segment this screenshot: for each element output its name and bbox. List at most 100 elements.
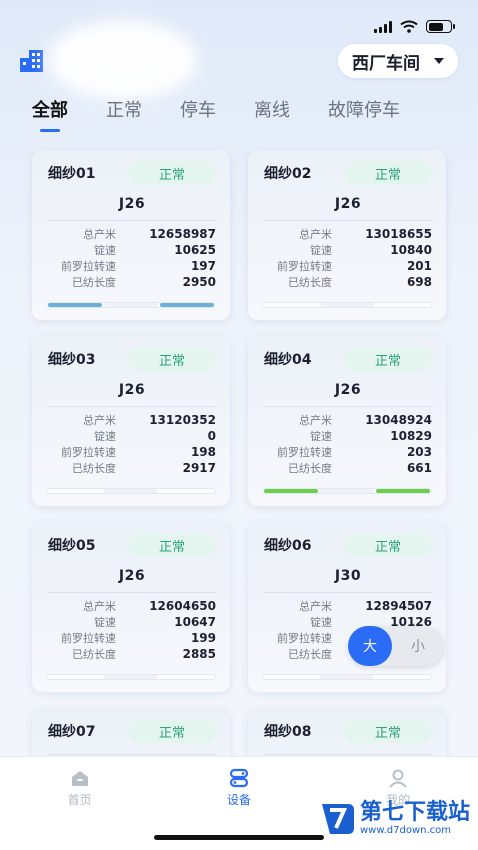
- stat-label: 锭速: [94, 430, 116, 443]
- machine-card[interactable]: 细纱05 正常 J26 总产米 12604650 锭速 10647 前罗拉转速 199 已纺…: [32, 522, 230, 692]
- card-header: 细纱01 正常: [48, 160, 216, 186]
- status-badge: 正常: [344, 719, 432, 743]
- stat-label: 锭速: [310, 616, 332, 629]
- progress-segment: [376, 489, 430, 493]
- stat-label: 锭速: [310, 430, 332, 443]
- progress-segment: [376, 675, 430, 679]
- stat-label: 锭速: [94, 244, 116, 257]
- card-divider: [264, 754, 432, 755]
- nav-device-label: 设备: [226, 793, 251, 807]
- watermark: 第七下载站 www.d7down.com: [318, 800, 470, 838]
- card-divider: [48, 754, 216, 755]
- stat-value: 0: [207, 429, 216, 443]
- stat-value: 10647: [174, 615, 216, 629]
- stat-value: 197: [190, 259, 216, 273]
- machine-model: J26: [334, 382, 362, 398]
- stat-value: 10840: [390, 243, 432, 257]
- filter-tabs: 全部 正常 停车 离线 故障停车: [32, 96, 458, 134]
- stat-value: 201: [406, 259, 432, 273]
- machine-card[interactable]: 细纱06 正常 J30 总产米12894507锭速10126前罗拉转速200已纺…: [248, 522, 446, 692]
- progress-segment: [160, 303, 214, 307]
- stat-value: 2885: [182, 647, 216, 661]
- progress-segment: [104, 303, 158, 307]
- progress-segment: [48, 303, 102, 307]
- stat-value: 13048924: [365, 413, 432, 427]
- card-header: 细纱03 正常: [48, 346, 216, 372]
- stat-label: 已纺长度: [72, 462, 116, 475]
- progress-segment: [160, 489, 214, 493]
- card-divider: [264, 220, 432, 221]
- stat-label: 总产米: [83, 228, 116, 241]
- stat-value: 10829: [390, 429, 432, 443]
- stats-grid: 总产米 12604650 锭速 10647 前罗拉转速 199 已纺长度 2885: [48, 599, 216, 662]
- stat-label: 总产米: [299, 414, 332, 427]
- stat-label: 锭速: [310, 244, 332, 257]
- size-small-button[interactable]: 小: [392, 636, 444, 656]
- stat-value: 198: [190, 445, 216, 459]
- watermark-url: www.d7down.com: [359, 825, 452, 836]
- stat-value: 10625: [174, 243, 216, 257]
- machine-model: J30: [334, 568, 362, 584]
- machine-card[interactable]: 细纱02 正常 J26 总产米 13018655 锭速 10840 前罗拉转速 201 已纺…: [248, 150, 446, 320]
- stats-grid: 总产米 13120352 锭速 0 前罗拉转速 198 已纺长度 2917: [48, 413, 216, 476]
- tab-all[interactable]: 全部: [32, 96, 68, 134]
- tab-normal[interactable]: 正常: [106, 96, 142, 134]
- machine-model: J26: [118, 196, 146, 212]
- home-indicator: [154, 835, 324, 840]
- stat-label: 锭速: [94, 616, 116, 629]
- stat-value: 2917: [182, 461, 216, 475]
- progress-segment: [320, 489, 374, 493]
- stat-value: 2950: [182, 275, 216, 289]
- watermark-title: 第七下载站: [359, 800, 470, 825]
- machine-model: J26: [118, 568, 146, 584]
- workshop-label: 西厂车间: [352, 53, 420, 74]
- machine-card[interactable]: 细纱04 正常 J26 总产米 13048924 锭速 10829 前罗拉转速 203 已纺…: [248, 336, 446, 506]
- tab-offline[interactable]: 离线: [254, 96, 290, 134]
- progress-segment: [320, 675, 374, 679]
- machine-name: 细纱03: [48, 352, 96, 368]
- stat-value: 698: [406, 275, 432, 289]
- stat-label: 前罗拉转速: [61, 260, 116, 273]
- stat-label: 前罗拉转速: [61, 446, 116, 459]
- machine-name: 细纱04: [264, 352, 312, 368]
- wifi-icon: [400, 20, 418, 33]
- size-big-button[interactable]: 大: [348, 626, 392, 666]
- battery-icon: [426, 20, 455, 33]
- status-badge: 正常: [128, 533, 216, 557]
- stats-grid: 总产米 13018655 锭速 10840 前罗拉转速 201 已纺长度 698: [264, 227, 432, 290]
- building-icon: [20, 50, 43, 72]
- progress-bar: [46, 674, 216, 680]
- progress-segment: [264, 303, 318, 307]
- blurred-title-mask: [48, 20, 198, 100]
- stat-value: 203: [406, 445, 432, 459]
- machine-card[interactable]: 细纱03 正常 J26 总产米 13120352 锭速 0 前罗拉转速 198 已纺长度 29…: [32, 336, 230, 506]
- machine-grid: 细纱01 正常 J26 总产米 12658987 锭速 10625 前罗拉转速 197 已纺…: [32, 150, 448, 850]
- stats-grid: 总产米 13048924 锭速 10829 前罗拉转速 203 已纺长度 661: [264, 413, 432, 476]
- stat-label: 前罗拉转速: [277, 260, 332, 273]
- stats-grid: 总产米 12658987 锭速 10625 前罗拉转速 197 已纺长度 2950: [48, 227, 216, 290]
- machine-card[interactable]: 细纱01 正常 J26 总产米 12658987 锭速 10625 前罗拉转速 197 已纺…: [32, 150, 230, 320]
- machine-name: 细纱02: [264, 166, 312, 182]
- status-icons: [374, 20, 455, 33]
- progress-segment: [48, 675, 102, 679]
- workshop-dropdown[interactable]: 西厂车间: [338, 44, 458, 78]
- progress-segment: [320, 303, 374, 307]
- card-divider: [48, 406, 216, 407]
- status-badge: 正常: [344, 533, 432, 557]
- card-header: 细纱06 正常: [264, 532, 432, 558]
- machine-name: 细纱06: [264, 538, 312, 554]
- card-header: 细纱04 正常: [264, 346, 432, 372]
- tab-fault-stop[interactable]: 故障停车: [328, 96, 400, 134]
- machine-name: 细纱05: [48, 538, 96, 554]
- stat-label: 已纺长度: [72, 648, 116, 661]
- progress-segment: [104, 675, 158, 679]
- stat-label: 总产米: [299, 600, 332, 613]
- progress-bar: [46, 488, 216, 494]
- progress-segment: [264, 489, 318, 493]
- tab-stopped[interactable]: 停车: [180, 96, 216, 134]
- stat-label: 已纺长度: [288, 648, 332, 661]
- nav-home[interactable]: 首页: [40, 767, 120, 850]
- progress-bar: [262, 674, 432, 680]
- machine-model: J26: [118, 382, 146, 398]
- size-toggle[interactable]: 大 小: [348, 626, 444, 666]
